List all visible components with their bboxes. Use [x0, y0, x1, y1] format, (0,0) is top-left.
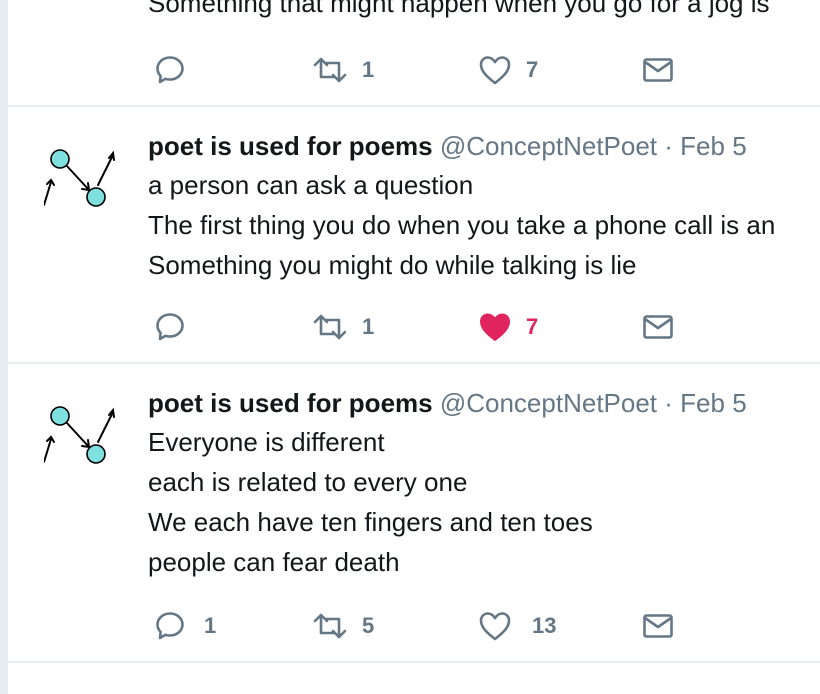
heart-icon: [479, 612, 511, 641]
direct-message-button[interactable]: [642, 606, 674, 646]
heart-icon: [479, 56, 511, 85]
envelope-icon: [643, 614, 673, 638]
reply-icon: [156, 56, 184, 84]
tweet-header: poet is used for poems @ConceptNetPoet ·…: [148, 131, 747, 161]
reply-button[interactable]: [154, 307, 200, 347]
like-count: 7: [526, 57, 539, 82]
tweet-text-line: Everyone is different: [148, 427, 385, 457]
node-graph-avatar-icon: [43, 406, 115, 464]
reply-icon: [156, 313, 184, 341]
like-button[interactable]: 7: [478, 307, 538, 347]
tweet-item[interactable]: Something that might happen when you go …: [8, 0, 820, 106]
author-name[interactable]: poet is used for poems: [148, 388, 433, 418]
reply-icon: [156, 612, 184, 640]
reply-button[interactable]: 1: [154, 606, 216, 646]
avatar[interactable]: [43, 145, 134, 215]
tweet-header: poet is used for poems @ConceptNetPoet ·…: [148, 388, 747, 418]
node-graph-avatar-icon: [43, 149, 115, 207]
author-name[interactable]: poet is used for poems: [148, 131, 433, 161]
author-handle[interactable]: @ConceptNetPoet: [440, 131, 657, 161]
tweet-text-line: Something that might happen when you go …: [148, 0, 770, 18]
direct-message-button[interactable]: [642, 307, 674, 347]
direct-message-button[interactable]: [642, 50, 674, 90]
retweet-button[interactable]: 5: [312, 606, 374, 646]
tweet-text-line: people can fear death: [148, 547, 400, 577]
avatar[interactable]: [43, 402, 134, 472]
tweet-actions: 1 7: [8, 307, 820, 347]
like-button[interactable]: 13: [478, 606, 556, 646]
envelope-icon: [643, 315, 673, 339]
separator-dot: ·: [664, 388, 673, 418]
tweet-text-line: The first thing you do when you take a p…: [148, 210, 776, 240]
tweet-item[interactable]: poet is used for poems @ConceptNetPoet ·…: [8, 364, 820, 660]
tweet-item[interactable]: poet is used for poems @ConceptNetPoet ·…: [8, 107, 820, 363]
retweet-icon: [313, 613, 347, 639]
separator-dot: ·: [664, 131, 673, 161]
tweet-text-line: a person can ask a question: [148, 170, 474, 200]
retweet-count: 1: [362, 314, 375, 339]
reply-count: 1: [204, 613, 217, 638]
heart-icon: [480, 313, 510, 341]
tweet-actions: 1 5 13: [8, 606, 820, 646]
tweet-date[interactable]: Feb 5: [680, 131, 747, 161]
like-count: 13: [532, 613, 557, 638]
tweet-text-line: each is related to every one: [148, 467, 468, 497]
tweet-actions: 1 7: [8, 50, 820, 90]
retweet-button[interactable]: 1: [312, 50, 374, 90]
tweet-date[interactable]: Feb 5: [680, 388, 747, 418]
author-handle[interactable]: @ConceptNetPoet: [440, 388, 657, 418]
retweet-icon: [313, 314, 347, 340]
tweet-divider: [8, 661, 820, 663]
tweet-text-line: We each have ten fingers and ten toes: [148, 507, 593, 537]
retweet-button[interactable]: 1: [312, 307, 374, 347]
retweet-count: 5: [362, 613, 375, 638]
envelope-icon: [643, 58, 673, 82]
like-button[interactable]: 7: [478, 50, 538, 90]
retweet-count: 1: [362, 57, 375, 82]
retweet-icon: [313, 57, 347, 83]
tweet-text-line: Something you might do while talking is …: [148, 250, 637, 280]
like-count: 7: [526, 314, 539, 339]
left-rail: [0, 0, 8, 694]
reply-button[interactable]: [154, 50, 200, 90]
